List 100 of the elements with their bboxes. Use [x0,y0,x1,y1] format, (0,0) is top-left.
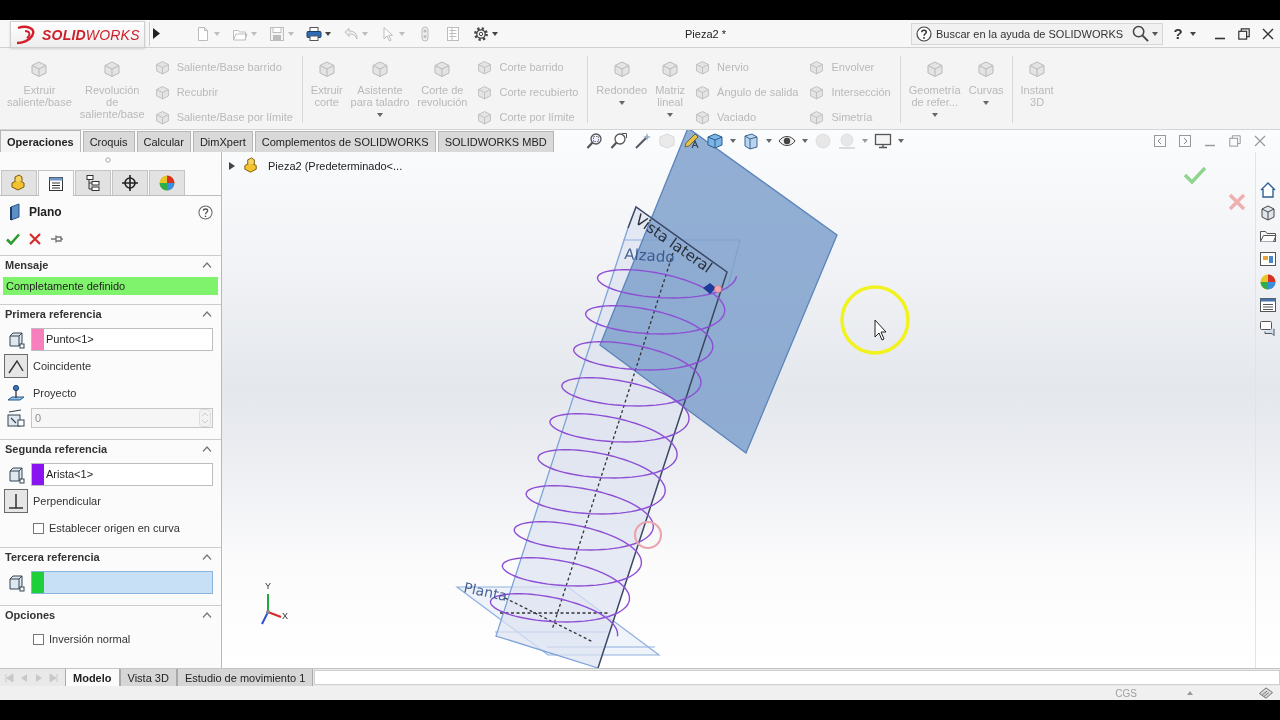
cube-icon [316,59,337,79]
list-icon [445,25,461,42]
pointer-icon [874,319,887,341]
cube-icon[interactable] [1259,204,1277,222]
caret-down-icon[interactable] [897,139,904,143]
cube-icon [694,108,712,126]
model-tab[interactable]: Estudio de movimiento 1 [176,669,314,686]
axis-triad-icon [261,593,282,625]
cube-icon [976,59,997,79]
expand-button[interactable] [149,21,163,46]
command-tab[interactable]: Complementos de SOLIDWORKS [254,131,436,152]
cube-icon [153,83,171,101]
color-ball-icon[interactable] [1259,273,1277,291]
list-icon [47,174,65,193]
cube-icon [1027,59,1048,79]
list-icon[interactable] [1259,296,1277,314]
section-title: Opciones [5,609,56,621]
box-icon[interactable] [1258,686,1274,700]
model-tab[interactable]: Modelo [65,669,120,686]
horizontal-scrollbar[interactable] [314,670,1280,685]
cube-icon[interactable] [705,132,724,150]
document-icon [195,25,211,42]
check-icon[interactable] [6,233,20,245]
cube-icon [7,573,25,592]
magnifier-frame-icon[interactable] [585,132,604,150]
cube-icon [611,59,632,79]
chevron-up-icon[interactable] [202,262,212,268]
panel-tab[interactable] [112,170,148,195]
coincident-toggle[interactable] [4,354,28,378]
cube-icon [808,83,826,101]
monitor-icon[interactable] [873,132,892,150]
cube-icon [694,83,712,101]
caret-down-icon[interactable] [1152,31,1158,36]
perpendicular-toggle[interactable] [4,489,28,513]
constraint-label: Proyecto [33,387,77,399]
grip-icon[interactable] [104,157,111,163]
axis-label: Y [265,581,271,591]
pin-icon[interactable] [50,234,64,244]
restore-icon[interactable] [1238,27,1250,40]
search-bar[interactable]: Buscar en la ayuda de SOLIDWORKS [911,22,1163,45]
selection-field[interactable]: Punto<1> [31,328,213,351]
cube-icon [432,59,453,79]
cube-icon [660,59,681,79]
check-icon[interactable] [1184,166,1206,184]
pencil-icon[interactable] [681,132,700,150]
chevron-up-icon[interactable] [202,612,212,618]
search-field[interactable]: Buscar en la ayuda de SOLIDWORKS [935,24,1129,43]
units-label[interactable]: CGS [1115,687,1137,699]
selection-field[interactable] [31,571,213,594]
panel-tab[interactable] [38,170,74,196]
status-message: Completamente definido [3,277,218,295]
expand-arrow-icon[interactable] [229,161,235,170]
app-menu-button[interactable]: SOLIDWORKS [10,21,145,48]
home-icon[interactable] [1259,181,1277,199]
close-icon[interactable] [1262,27,1274,40]
help-button[interactable]: ? [1171,25,1185,42]
cube-icon [7,330,25,349]
point-icon [703,283,722,294]
chevron-up-icon[interactable] [202,554,212,560]
hierarchy-icon [84,174,102,192]
tile-left-icon[interactable] [1154,135,1166,147]
caret-down-icon[interactable] [729,139,736,143]
undo-arrow-icon [343,25,359,42]
chevron-up-icon[interactable] [202,446,212,452]
checkbox-label: Establecer origen en curva [49,522,180,534]
ring-icon [840,285,910,355]
perpendicular-icon [6,491,26,511]
wand-icon[interactable] [633,132,652,150]
section-title: Segunda referencia [5,443,108,455]
selection-field[interactable]: Arista<1> [31,463,213,486]
model-tab[interactable]: Vista 3D [119,669,177,686]
printer-icon [306,25,322,42]
caret-down-icon[interactable] [801,139,808,143]
blocks-icon [243,157,260,174]
help-circle-icon[interactable] [198,204,213,220]
command-tab[interactable]: Croquis [82,131,135,152]
cube-icon[interactable] [741,132,760,150]
chat-icon[interactable] [1259,319,1277,337]
command-tab[interactable]: Operaciones [0,130,81,152]
panel-tab[interactable] [75,170,111,195]
checkbox[interactable] [33,522,44,534]
magnifier-icon[interactable] [609,132,628,150]
cube-icon [924,59,945,79]
caret-up-icon[interactable] [1187,691,1193,695]
circle-marker-icon [633,520,663,550]
window-icon[interactable] [1259,250,1277,268]
cube-icon [476,58,494,76]
command-tab[interactable]: SOLIDWORKS MBD [437,131,554,152]
command-tab[interactable]: Calcular [136,131,191,152]
caret-down-icon[interactable] [1190,31,1196,36]
crosshair-icon [121,174,139,192]
cube-icon [7,465,25,484]
chevron-up-icon[interactable] [202,311,212,317]
search-icon[interactable] [1132,25,1149,42]
help-circle-icon[interactable] [916,25,932,42]
tree-item[interactable]: Pieza2 (Predeterminado<... [268,159,403,172]
caret-down-icon[interactable] [765,139,772,143]
tile-right-icon[interactable] [1179,135,1191,147]
checkbox[interactable] [33,633,44,645]
command-tab[interactable]: DimXpert [192,131,253,152]
